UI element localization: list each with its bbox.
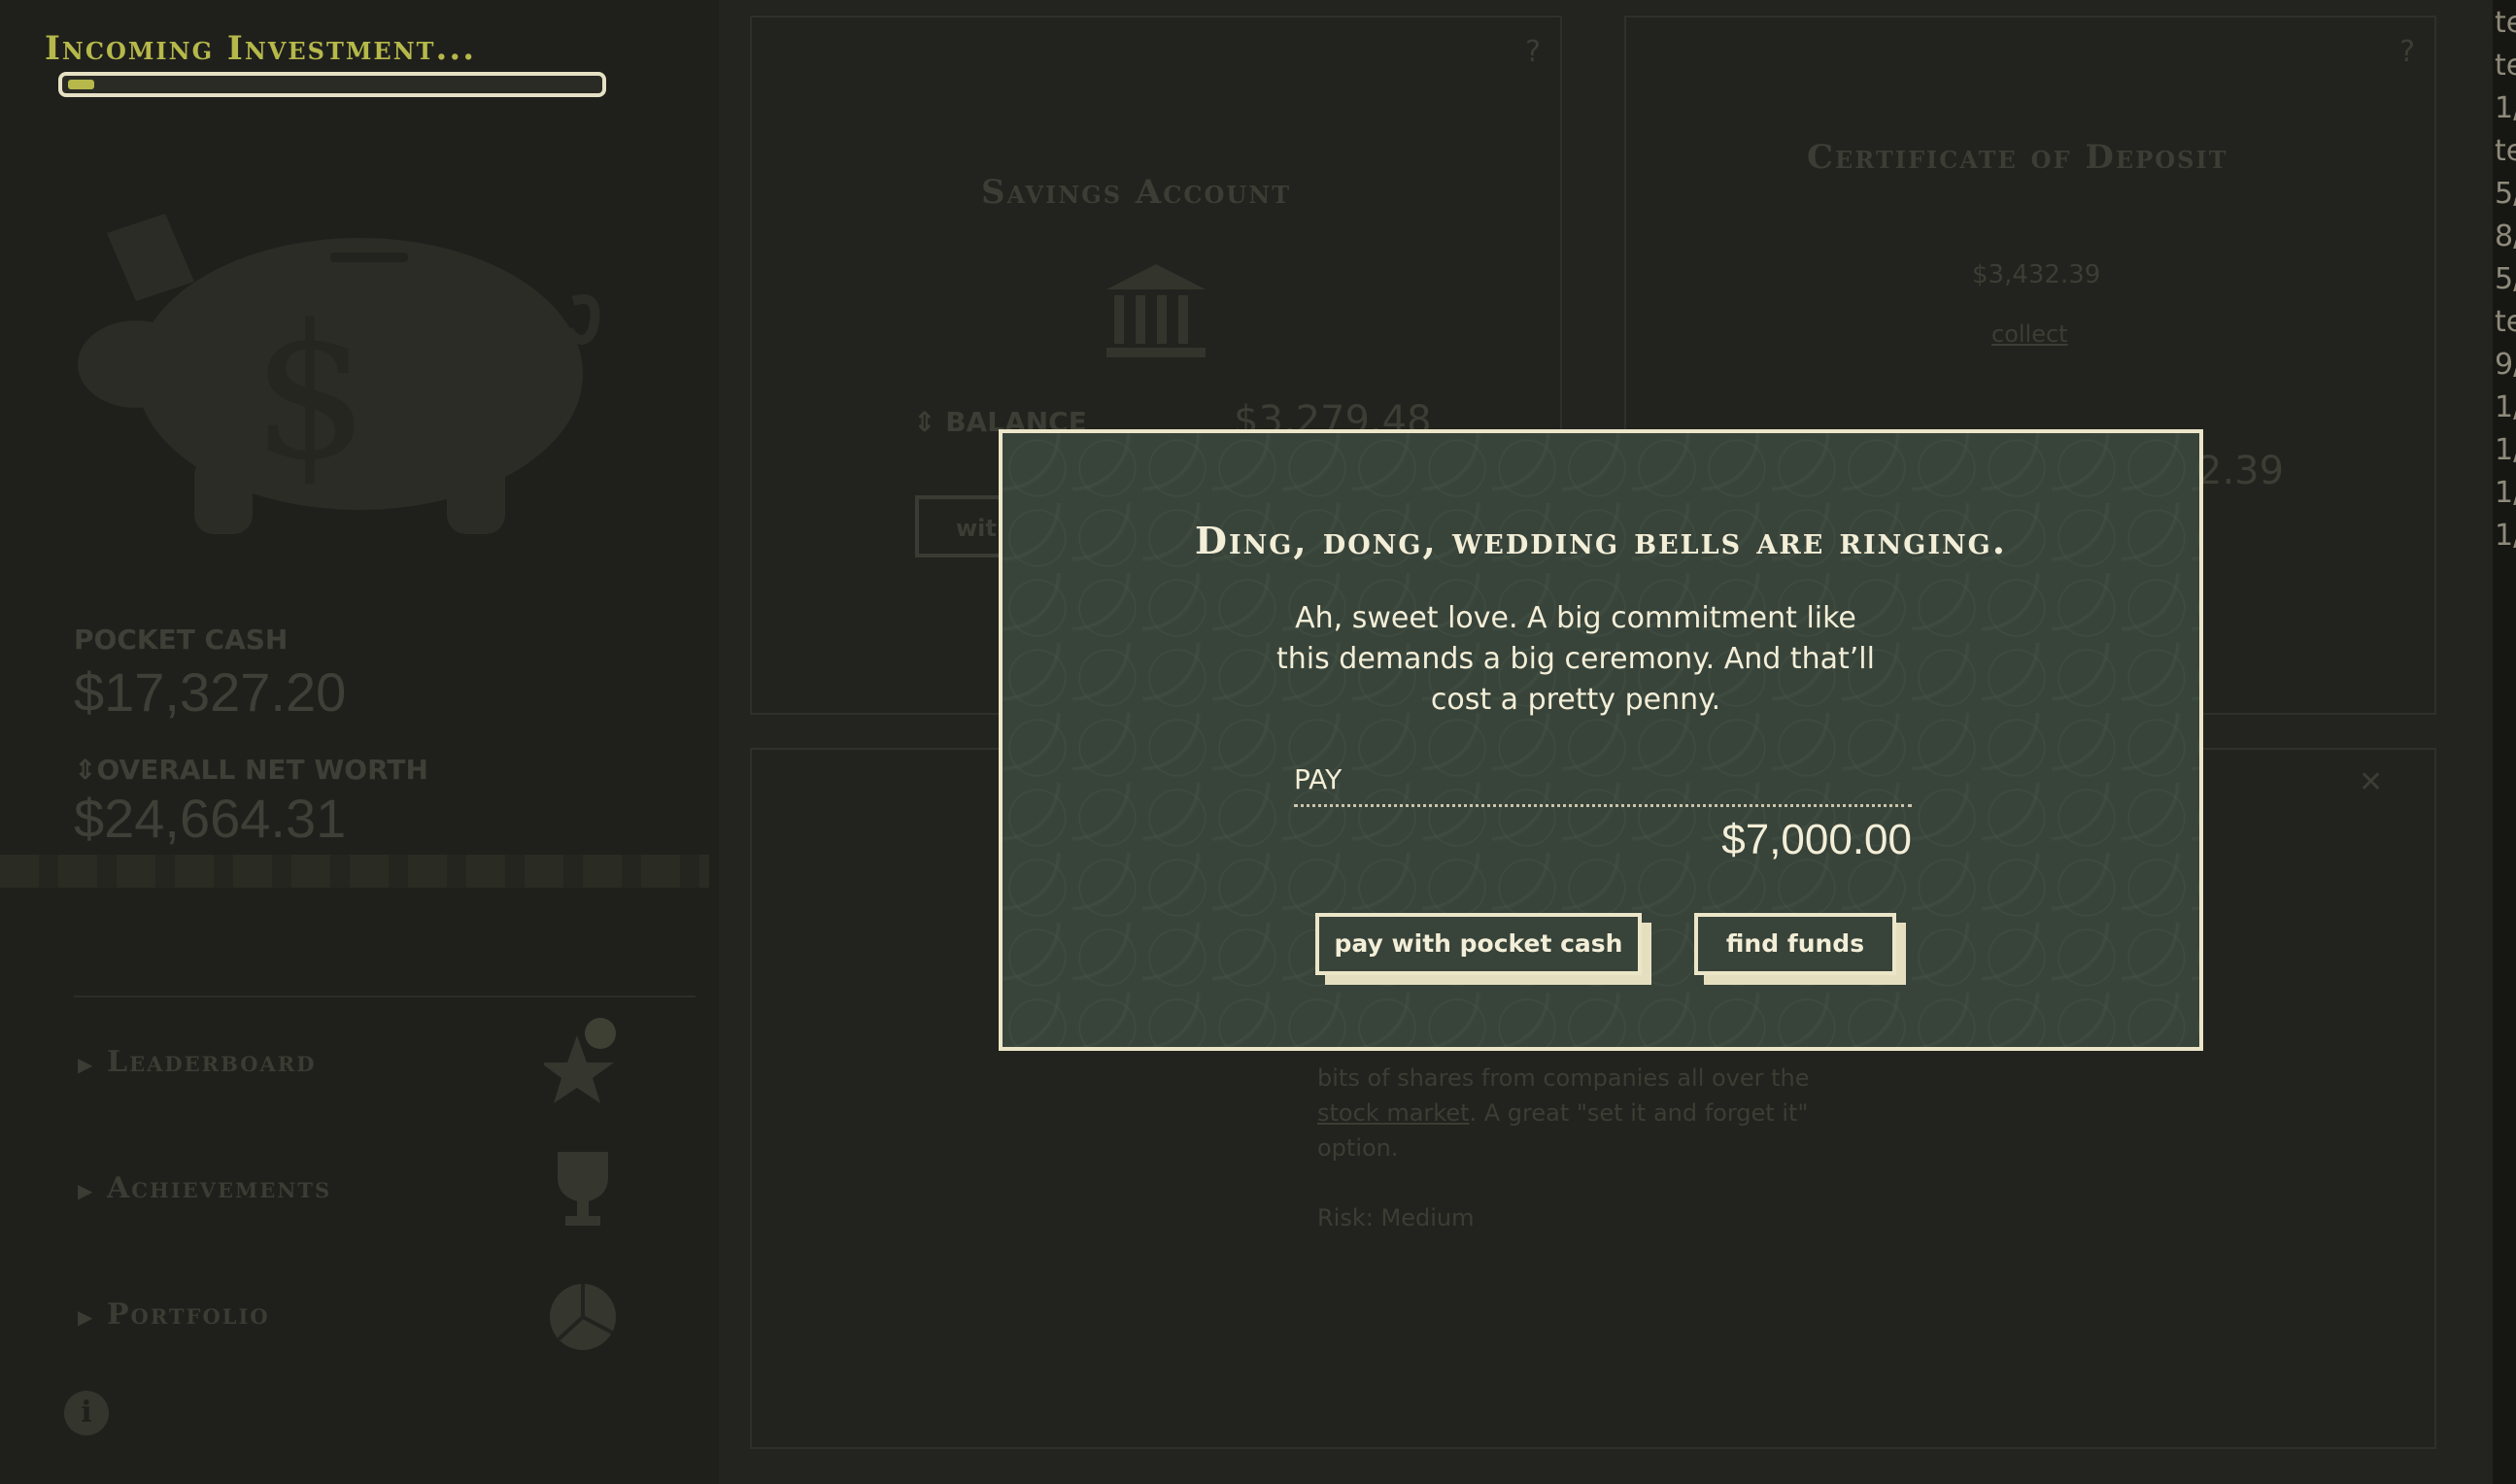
- right-strip-fragment: 9/: [2495, 348, 2516, 382]
- cd-amount: $3,432.39: [1972, 260, 2101, 289]
- right-strip-fragment: te: [2495, 305, 2516, 339]
- ticker-stripe: [0, 855, 709, 888]
- net-worth-label: ⇕OVERALL NET WORTH: [74, 754, 428, 786]
- sidebar-item-achievements[interactable]: ▶ Achievements: [78, 1152, 622, 1226]
- pocket-cash-value: $17,327.20: [74, 661, 347, 723]
- right-strip-fragment: 5/: [2495, 262, 2516, 296]
- cd-title: Certificate of Deposit: [1807, 138, 2228, 177]
- help-icon[interactable]: ?: [2399, 35, 2415, 69]
- right-strip-fragment: 1/: [2495, 519, 2516, 553]
- sidebar-divider: [74, 995, 696, 997]
- right-edge-panel: te te 1/te 5/8/5/te 9/1/1/1/1/: [2493, 0, 2516, 1484]
- risk-level: Risk: Medium: [1317, 1204, 1475, 1231]
- pay-divider: [1294, 804, 1912, 807]
- modal-body: Ah, sweet love. A big commitment like th…: [1276, 601, 1875, 717]
- star-icon: [544, 1018, 616, 1103]
- sidebar-item-portfolio[interactable]: ▶ Portfolio: [78, 1284, 622, 1350]
- pay-with-pocket-cash-button[interactable]: pay with pocket cash: [1315, 913, 1642, 975]
- trophy-icon: [558, 1152, 608, 1226]
- pocket-cash-label: POCKET CASH: [74, 624, 289, 656]
- net-worth-value: $24,664.31: [74, 788, 347, 849]
- right-strip-fragment: 1/: [2495, 91, 2516, 125]
- investment-progress-bar: [58, 72, 606, 97]
- modal-title: Ding, dong, wedding bells are ringing.: [1195, 519, 2007, 562]
- collect-link[interactable]: collect: [1991, 320, 2068, 348]
- right-strip-fragment: te: [2495, 49, 2516, 83]
- right-strip-fragment: te: [2495, 134, 2516, 168]
- sort-icon: ⇕: [913, 406, 936, 438]
- investment-progress-fill: [68, 80, 94, 89]
- sidebar-item-label: Leaderboard: [107, 1045, 317, 1079]
- right-strip-fragment: 1/: [2495, 476, 2516, 510]
- stock-market-link[interactable]: stock market: [1317, 1099, 1470, 1127]
- info-icon[interactable]: i: [64, 1391, 109, 1435]
- right-strip-fragment: 8/: [2495, 219, 2516, 253]
- pie-chart-icon: [550, 1284, 616, 1350]
- savings-title: Savings Account: [981, 173, 1292, 212]
- right-strip-fragment: 5/: [2495, 177, 2516, 211]
- sidebar: Incoming Investment... $ POCKET CASH $17…: [0, 0, 719, 1484]
- sort-icon: ⇕: [74, 754, 97, 786]
- sidebar-item-leaderboard[interactable]: ▶ Leaderboard: [78, 1018, 622, 1103]
- bank-icon: [1106, 264, 1206, 357]
- cd-value: 2.39: [2197, 449, 2285, 493]
- caret-right-icon: ▶: [78, 1305, 93, 1329]
- find-funds-button[interactable]: find funds: [1694, 913, 1896, 975]
- caret-right-icon: ▶: [78, 1053, 93, 1076]
- sidebar-item-label: Portfolio: [107, 1298, 270, 1332]
- caret-right-icon: ▶: [78, 1179, 93, 1202]
- event-modal: Ding, dong, wedding bells are ringing. A…: [999, 429, 2203, 1051]
- right-strip-fragment: te: [2495, 6, 2516, 40]
- help-icon[interactable]: ?: [1525, 35, 1541, 69]
- svg-text:$: $: [253, 286, 370, 500]
- incoming-investment-title: Incoming Investment...: [45, 29, 477, 68]
- fund-description: bits of shares from companies all over t…: [1317, 1064, 1810, 1162]
- pay-amount: $7,000.00: [1721, 816, 1912, 863]
- right-strip-fragment: 1/: [2495, 433, 2516, 467]
- close-icon[interactable]: ✕: [2359, 765, 2383, 799]
- pay-label: PAY: [1294, 763, 1343, 795]
- piggy-bank-icon: $: [78, 214, 600, 534]
- right-strip-fragment: 1/: [2495, 390, 2516, 424]
- sidebar-item-label: Achievements: [107, 1171, 332, 1205]
